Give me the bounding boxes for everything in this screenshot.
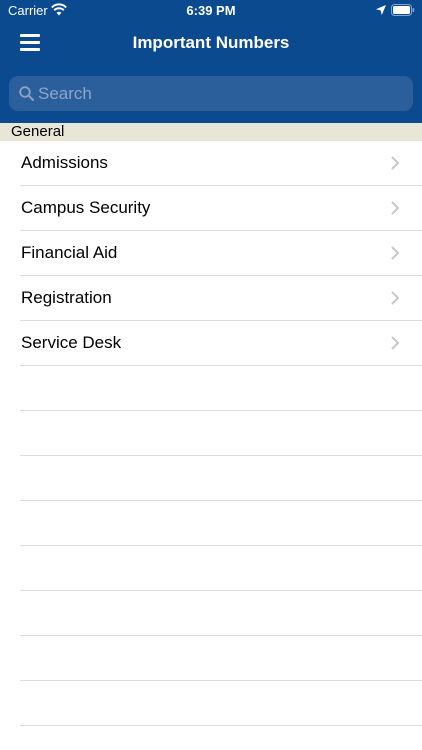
empty-row bbox=[0, 546, 422, 591]
status-bar: Carrier 6:39 PM bbox=[0, 0, 422, 22]
empty-row bbox=[0, 636, 422, 681]
search-input[interactable] bbox=[38, 76, 398, 111]
empty-row bbox=[0, 456, 422, 501]
section-header-general: General bbox=[0, 123, 422, 141]
battery-icon bbox=[391, 4, 415, 16]
empty-row bbox=[0, 411, 422, 456]
empty-row bbox=[0, 501, 422, 546]
list-item-label: Admissions bbox=[21, 153, 108, 172]
location-icon bbox=[376, 5, 386, 15]
numbers-list: Admissions Campus Security Financial Aid… bbox=[0, 141, 422, 366]
chevron-right-icon bbox=[391, 336, 399, 350]
empty-table-area bbox=[0, 366, 422, 726]
chevron-right-icon bbox=[391, 201, 399, 215]
chevron-right-icon bbox=[391, 246, 399, 260]
list-item-label: Service Desk bbox=[21, 333, 122, 352]
navigation-bar: Important Numbers bbox=[0, 22, 422, 66]
clock: 6:39 PM bbox=[186, 3, 236, 18]
empty-row bbox=[0, 591, 422, 636]
empty-row bbox=[0, 366, 422, 411]
list-item-label: Financial Aid bbox=[21, 243, 118, 262]
list-item-registration[interactable]: Registration bbox=[0, 276, 422, 321]
list-item-admissions[interactable]: Admissions bbox=[0, 141, 422, 186]
chevron-right-icon bbox=[391, 291, 399, 305]
header: Carrier 6:39 PM Important Numbers bbox=[0, 0, 422, 123]
empty-row bbox=[0, 681, 422, 726]
list-item-campus-security[interactable]: Campus Security bbox=[0, 186, 422, 231]
search-bar bbox=[9, 76, 413, 111]
list-item-label: Registration bbox=[21, 288, 112, 307]
search-field[interactable] bbox=[9, 76, 413, 111]
search-icon bbox=[19, 86, 34, 101]
list-item-financial-aid[interactable]: Financial Aid bbox=[0, 231, 422, 276]
chevron-right-icon bbox=[391, 156, 399, 170]
list-item-label: Campus Security bbox=[21, 198, 151, 217]
page-title: Important Numbers bbox=[132, 33, 290, 52]
list-item-service-desk[interactable]: Service Desk bbox=[0, 321, 422, 366]
